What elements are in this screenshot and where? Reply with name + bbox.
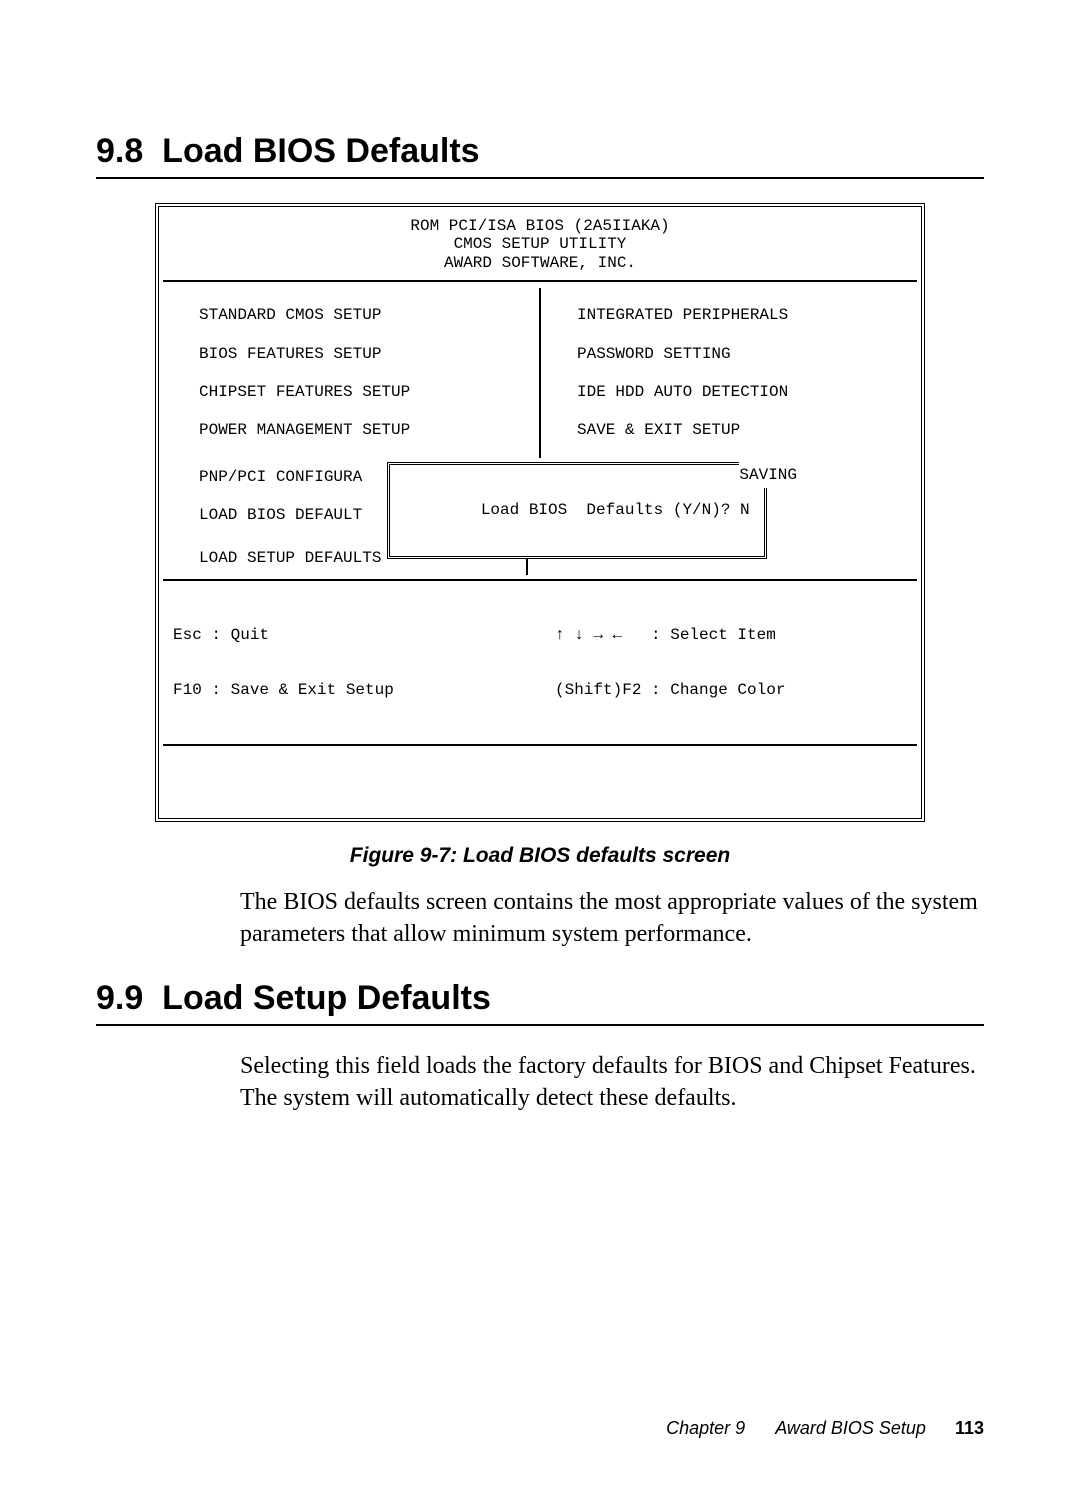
- bios-menu-right-column: INTEGRATED PERIPHERALS PASSWORD SETTING …: [541, 288, 917, 458]
- load-bios-defaults-dialog[interactable]: Load BIOS Defaults (Y/N)? N: [387, 462, 767, 559]
- footer-hint: (Shift)F2 : Change Color: [555, 681, 907, 699]
- menu-item[interactable]: PASSWORD SETTING: [553, 335, 905, 373]
- section-rule: [96, 177, 984, 179]
- footer-page-number: 113: [955, 1418, 984, 1438]
- page-footer: Chapter 9 Award BIOS Setup 113: [666, 1418, 984, 1439]
- section-title: Load BIOS Defaults: [162, 132, 479, 170]
- bios-header-line-2: CMOS SETUP UTILITY: [163, 235, 917, 253]
- menu-item[interactable]: CHIPSET FEATURES SETUP: [175, 373, 527, 411]
- section-heading-9-9: 9.9 Load Setup Defaults: [96, 979, 984, 1018]
- bios-screenshot: ROM PCI/ISA BIOS (2A5IIAKA) CMOS SETUP U…: [155, 203, 925, 822]
- menu-item[interactable]: STANDARD CMOS SETUP: [175, 296, 527, 334]
- footer-chapter: Chapter 9: [666, 1418, 745, 1438]
- section-rule: [96, 1024, 984, 1026]
- section-number: 9.8: [96, 132, 143, 170]
- footer-hint: F10 : Save & Exit Setup: [173, 681, 525, 699]
- bios-header-line-3: AWARD SOFTWARE, INC.: [163, 254, 917, 272]
- document-page: 9.8 Load BIOS Defaults ROM PCI/ISA BIOS …: [0, 0, 1080, 1511]
- saving-label: SAVING: [739, 462, 797, 488]
- paragraph-9-8: The BIOS defaults screen contains the mo…: [240, 886, 980, 951]
- menu-item[interactable]: INTEGRATED PERIPHERALS: [553, 296, 905, 334]
- bios-header: ROM PCI/ISA BIOS (2A5IIAKA) CMOS SETUP U…: [163, 207, 917, 282]
- bios-menu-left-column: STANDARD CMOS SETUP BIOS FEATURES SETUP …: [163, 288, 541, 458]
- footer-hint: Esc : Quit: [173, 626, 525, 644]
- menu-item[interactable]: IDE HDD AUTO DETECTION: [553, 373, 905, 411]
- menu-item[interactable]: BIOS FEATURES SETUP: [175, 335, 527, 373]
- section-number: 9.9: [96, 979, 143, 1017]
- footer-title: Award BIOS Setup: [775, 1418, 926, 1438]
- figure-caption: Figure 9-7: Load BIOS defaults screen: [96, 844, 984, 868]
- section-title: Load Setup Defaults: [162, 979, 491, 1017]
- menu-item[interactable]: POWER MANAGEMENT SETUP: [175, 411, 527, 449]
- bios-dialog-row: PNP/PCI CONFIGURA LOAD BIOS DEFAULT Load…: [159, 458, 921, 535]
- dialog-text: Load BIOS Defaults (Y/N)? N: [481, 501, 750, 519]
- bios-header-line-1: ROM PCI/ISA BIOS (2A5IIAKA): [163, 217, 917, 235]
- bios-footer-left: Esc : Quit F10 : Save & Exit Setup: [173, 589, 525, 736]
- menu-item[interactable]: SAVE & EXIT SETUP: [553, 411, 905, 449]
- section-heading-9-8: 9.8 Load BIOS Defaults: [96, 132, 984, 171]
- footer-hint: ↑ ↓ → ← : Select Item: [555, 626, 907, 644]
- bios-blank-footer: [163, 744, 917, 818]
- bios-footer-bar: Esc : Quit F10 : Save & Exit Setup ↑ ↓ →…: [163, 579, 917, 744]
- bios-menu-grid: STANDARD CMOS SETUP BIOS FEATURES SETUP …: [159, 282, 921, 458]
- paragraph-9-9: Selecting this field loads the factory d…: [240, 1050, 980, 1115]
- bios-footer-right: ↑ ↓ → ← : Select Item (Shift)F2 : Change…: [525, 589, 907, 736]
